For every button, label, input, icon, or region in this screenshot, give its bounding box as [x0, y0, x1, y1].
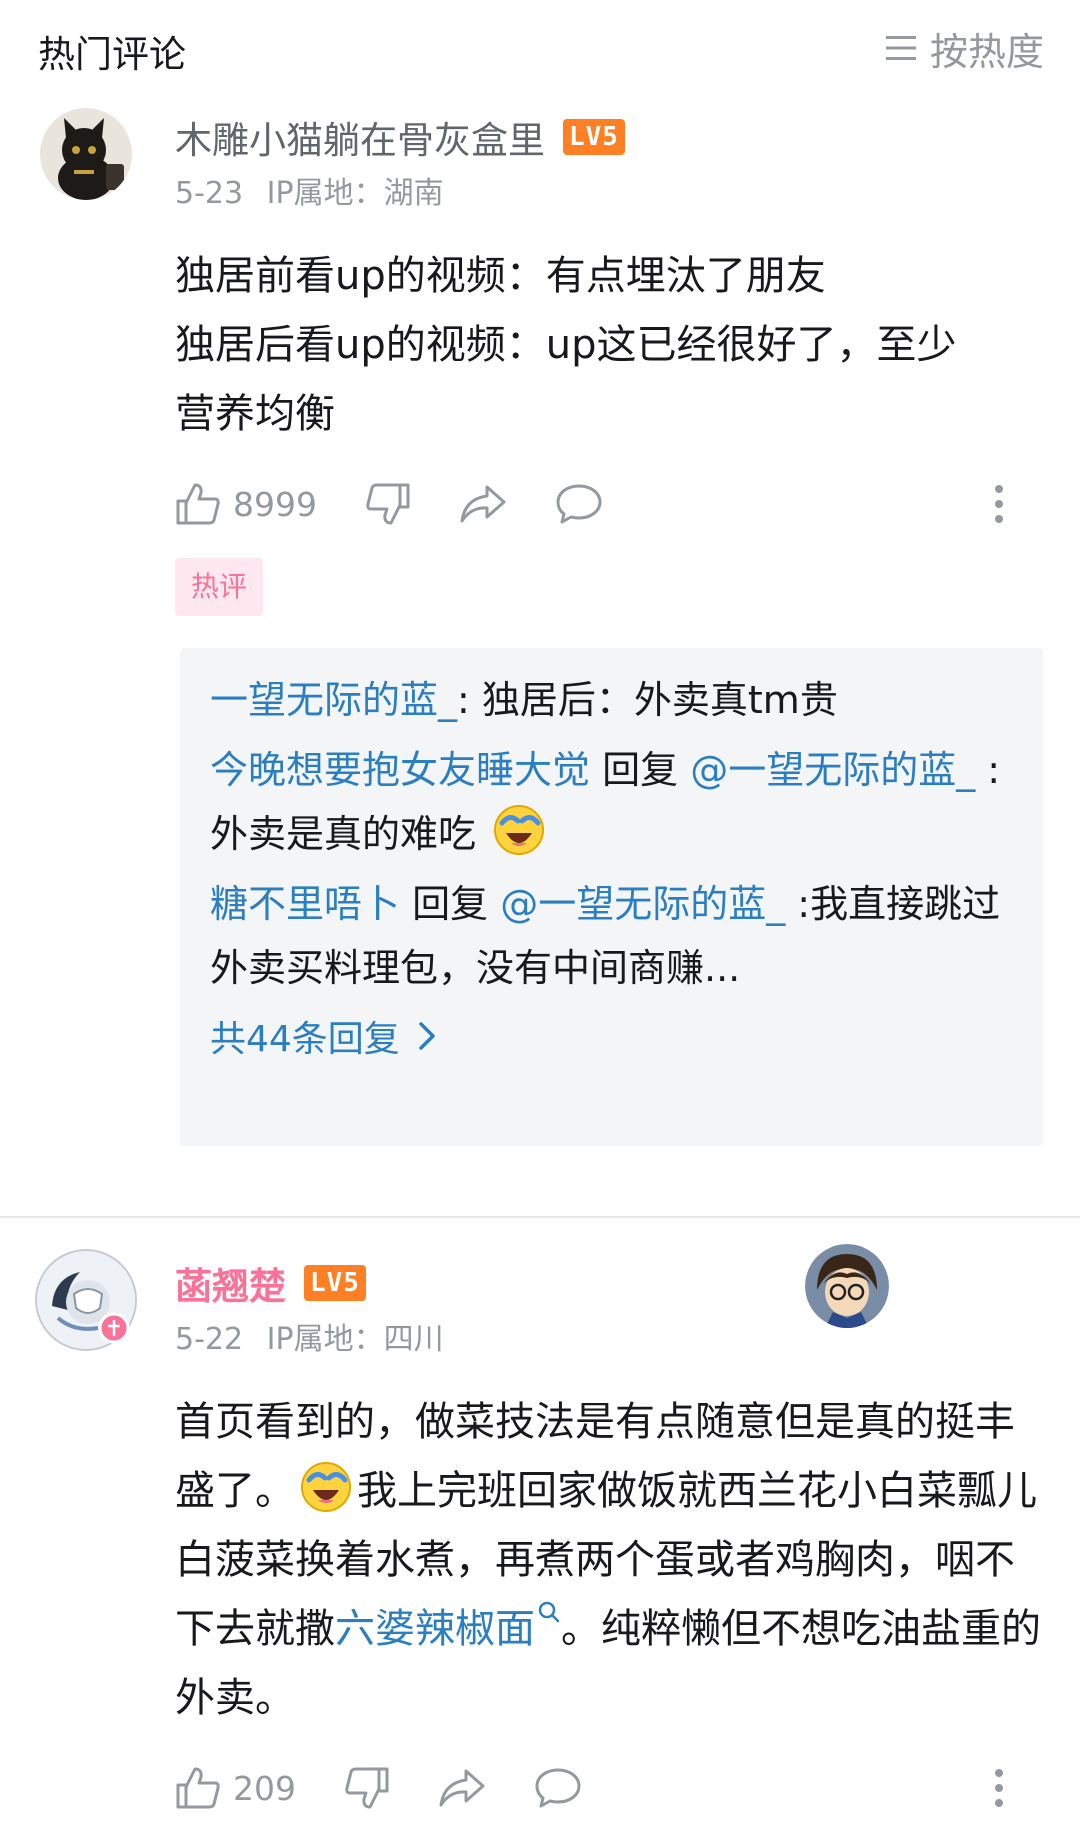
reply-keyword: 回复 — [590, 748, 691, 792]
reply-preview-box[interactable]: 一望无际的蓝_: 独居后：外卖真tm贵 今晚想要抱女友睡大觉 回复 @一望无际的… — [180, 648, 1043, 1146]
reply-button[interactable] — [534, 1766, 582, 1810]
like-count: 209 — [233, 1768, 296, 1808]
reply-username[interactable]: 今晚想要抱女友睡大觉 — [210, 748, 590, 792]
comment-date: 5-22 — [175, 1322, 244, 1357]
comment-meta: 5-22 IP属地：四川 — [175, 1314, 444, 1358]
content-line: 独居后看up的视频：up这已经很好了，至少 — [175, 322, 957, 368]
share-arrow-icon — [439, 1769, 485, 1807]
more-options-button[interactable] — [993, 484, 1005, 528]
thumbs-up-icon — [176, 1767, 220, 1809]
like-count: 8999 — [233, 484, 317, 524]
black-cat-avatar-icon — [40, 108, 132, 200]
username[interactable]: 木雕小猫躺在骨灰盒里 — [175, 110, 545, 164]
username-row: 菡翘楚 LV5 — [175, 1256, 366, 1310]
reply-count-label: 共44条回复 — [210, 1019, 400, 1060]
fan-badge-avatar[interactable] — [805, 1244, 889, 1328]
section-title: 热门评论 — [38, 33, 186, 76]
comment-bubble-icon — [535, 1768, 581, 1808]
comment-divider — [0, 1216, 1080, 1218]
thumbs-down-icon — [366, 483, 410, 525]
search-keyword-link[interactable]: 六婆辣椒面 — [335, 1606, 535, 1652]
comment-actions: 209 — [175, 1760, 1005, 1816]
like-button[interactable]: 8999 — [175, 481, 317, 527]
reply-mention[interactable]: @一望无际的蓝_ — [690, 748, 975, 792]
reply-username[interactable]: 一望无际的蓝_ — [210, 678, 457, 722]
chevron-right-icon — [419, 1022, 435, 1050]
dislike-button[interactable] — [344, 1765, 390, 1811]
reply-username[interactable]: 糖不里唔卜 — [210, 882, 400, 926]
comment-bubble-icon — [556, 484, 602, 524]
thumbs-down-icon — [345, 1767, 389, 1809]
user-avatar[interactable] — [34, 1248, 138, 1352]
thumbs-up-icon — [176, 483, 220, 525]
content-line: 独居前看up的视频：有点埋汰了朋友 — [175, 253, 826, 299]
comment-date: 5-23 — [175, 176, 244, 211]
menu-lines-icon — [885, 36, 916, 60]
sort-label: 按热度 — [929, 29, 1044, 74]
dislike-button[interactable] — [365, 481, 411, 527]
reply-item[interactable]: 今晚想要抱女友睡大觉 回复 @一望无际的蓝_ :外卖是真的难吃 — [210, 738, 1013, 866]
comment-meta: 5-23 IP属地：湖南 — [175, 168, 444, 212]
username-row: 木雕小猫躺在骨灰盒里 LV5 — [175, 110, 625, 164]
reply-item[interactable]: 糖不里唔卜 回复 @一望无际的蓝_ :我直接跳过外卖买料理包，没有中间商赚... — [210, 872, 1013, 1000]
laughing-crying-emoji-icon — [494, 805, 545, 855]
ip-location: IP属地：四川 — [266, 1322, 444, 1357]
comments-header: 热门评论 按热度 — [0, 0, 1080, 96]
more-options-button[interactable] — [993, 1768, 1005, 1812]
vertical-dots-icon — [995, 1769, 1003, 1807]
comment-actions: 8999 — [175, 476, 1005, 532]
reply-text: 独居后：外卖真tm贵 — [481, 678, 838, 722]
search-icon — [538, 1601, 560, 1623]
detective-character-icon — [805, 1244, 889, 1328]
share-button[interactable] — [438, 1767, 486, 1809]
level-badge: LV5 — [304, 1265, 366, 1301]
view-all-replies-link[interactable]: 共44条回复 — [210, 1010, 1013, 1062]
username[interactable]: 菡翘楚 — [175, 1256, 286, 1310]
comment-content: 首页看到的，做菜技法是有点随意但是真的挺丰盛了。 我上完班回家做饭就西兰花小白菜… — [175, 1388, 1045, 1733]
comment-page: 热门评论 按热度 木雕小猫躺在骨灰盒里 LV5 5-23 IP属地：湖南 独居前… — [0, 0, 1080, 1822]
reply-button[interactable] — [555, 482, 603, 526]
like-button[interactable]: 209 — [175, 1765, 296, 1811]
laughing-crying-emoji-icon — [301, 1462, 351, 1512]
comment-content: 独居前看up的视频：有点埋汰了朋友 独居后看up的视频：up这已经很好了，至少 … — [175, 242, 1045, 449]
level-badge: LV5 — [563, 119, 625, 155]
share-arrow-icon — [460, 485, 506, 523]
vertical-dots-icon — [995, 485, 1003, 523]
ip-location: IP属地：湖南 — [266, 176, 444, 211]
hot-comment-tag: 热评 — [175, 558, 264, 616]
content-line: 营养均衡 — [175, 391, 335, 437]
user-avatar[interactable] — [40, 108, 132, 200]
reply-item[interactable]: 一望无际的蓝_: 独居后：外卖真tm贵 — [210, 668, 1013, 732]
share-button[interactable] — [459, 483, 507, 525]
reply-keyword: 回复 — [400, 882, 501, 926]
reply-mention[interactable]: @一望无际的蓝_ — [500, 882, 785, 926]
sort-by-hot-button[interactable]: 按热度 — [885, 24, 1044, 74]
anime-character-avatar-icon — [35, 1249, 137, 1351]
